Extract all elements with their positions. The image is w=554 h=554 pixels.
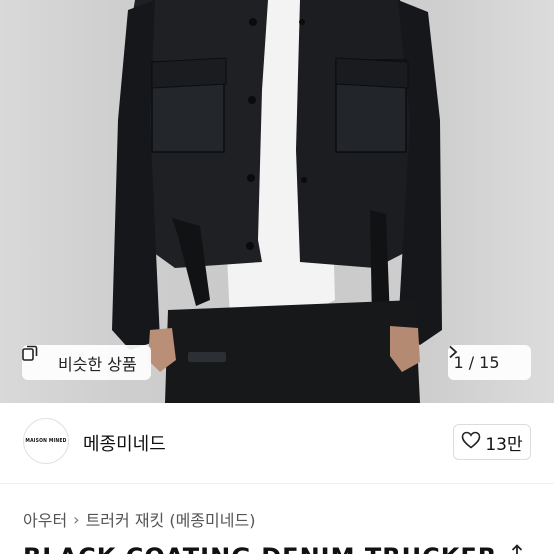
section-divider [0,483,554,484]
heart-icon [461,431,481,454]
share-icon[interactable] [508,544,526,554]
similar-products-button[interactable]: 비슷한 상품 [22,345,151,380]
similar-products-label: 비슷한 상품 [58,354,137,374]
image-counter-button[interactable]: 1 / 15 [448,345,531,380]
product-image-gallery[interactable]: 비슷한 상품 1 / 15 [0,0,554,403]
similar-products-icon [22,345,52,372]
store-logo-text: MAISON MINED [25,438,67,444]
product-title: BLACK COATING DENIM TRUCKER [23,543,497,554]
chevron-right-icon [449,345,526,372]
breadcrumb-subcategory[interactable]: 트러커 재킷 (메종미네드) [86,507,256,531]
store-logo[interactable]: MAISON MINED [23,418,69,464]
product-photo [112,0,442,403]
chevron-right-icon: › [73,509,80,529]
breadcrumb: 아우터 › 트러커 재킷 (메종미네드) [23,507,255,531]
store-name[interactable]: 메종미네드 [83,430,166,456]
image-counter: 1 / 15 [453,353,500,372]
breadcrumb-category[interactable]: 아우터 [23,507,67,531]
follow-button[interactable]: 13만 [453,424,531,460]
follow-count: 13만 [485,434,523,455]
